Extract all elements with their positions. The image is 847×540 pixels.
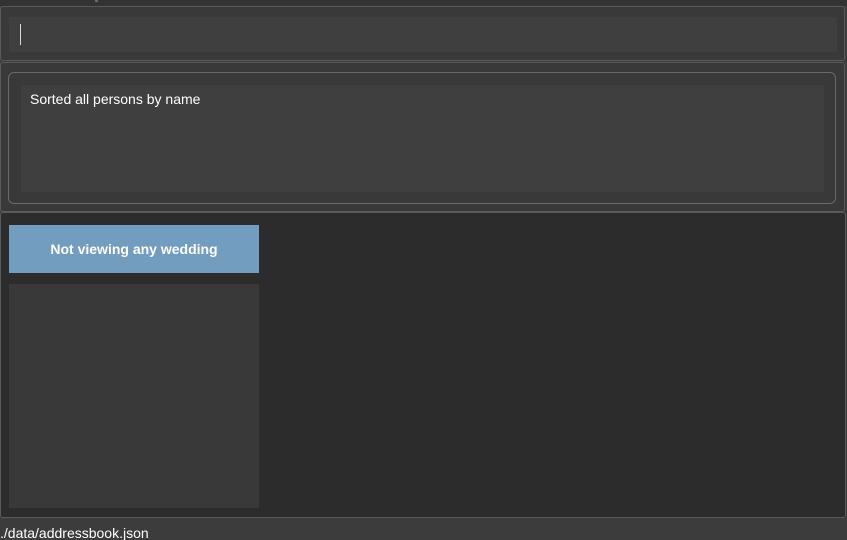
main-content-panel: Not viewing any wedding bbox=[0, 212, 846, 518]
status-bar: ./data/addressbook.json bbox=[0, 518, 847, 540]
result-display-panel: Sorted all persons by name bbox=[0, 62, 845, 212]
result-display-frame: Sorted all persons by name bbox=[8, 72, 836, 204]
menu-bar-fragment bbox=[95, 0, 98, 2]
result-message: Sorted all persons by name bbox=[30, 91, 201, 107]
wedding-view-header: Not viewing any wedding bbox=[9, 225, 259, 273]
status-bar-file-path: ./data/addressbook.json bbox=[0, 525, 149, 540]
app-window: Sorted all persons by name Not viewing a… bbox=[0, 0, 847, 540]
command-box-panel bbox=[0, 6, 845, 61]
wedding-view-header-label: Not viewing any wedding bbox=[50, 241, 218, 257]
text-caret bbox=[20, 24, 21, 45]
result-display-text-area[interactable]: Sorted all persons by name bbox=[21, 85, 824, 192]
command-input[interactable] bbox=[9, 17, 837, 52]
wedding-list-view[interactable] bbox=[9, 284, 259, 508]
